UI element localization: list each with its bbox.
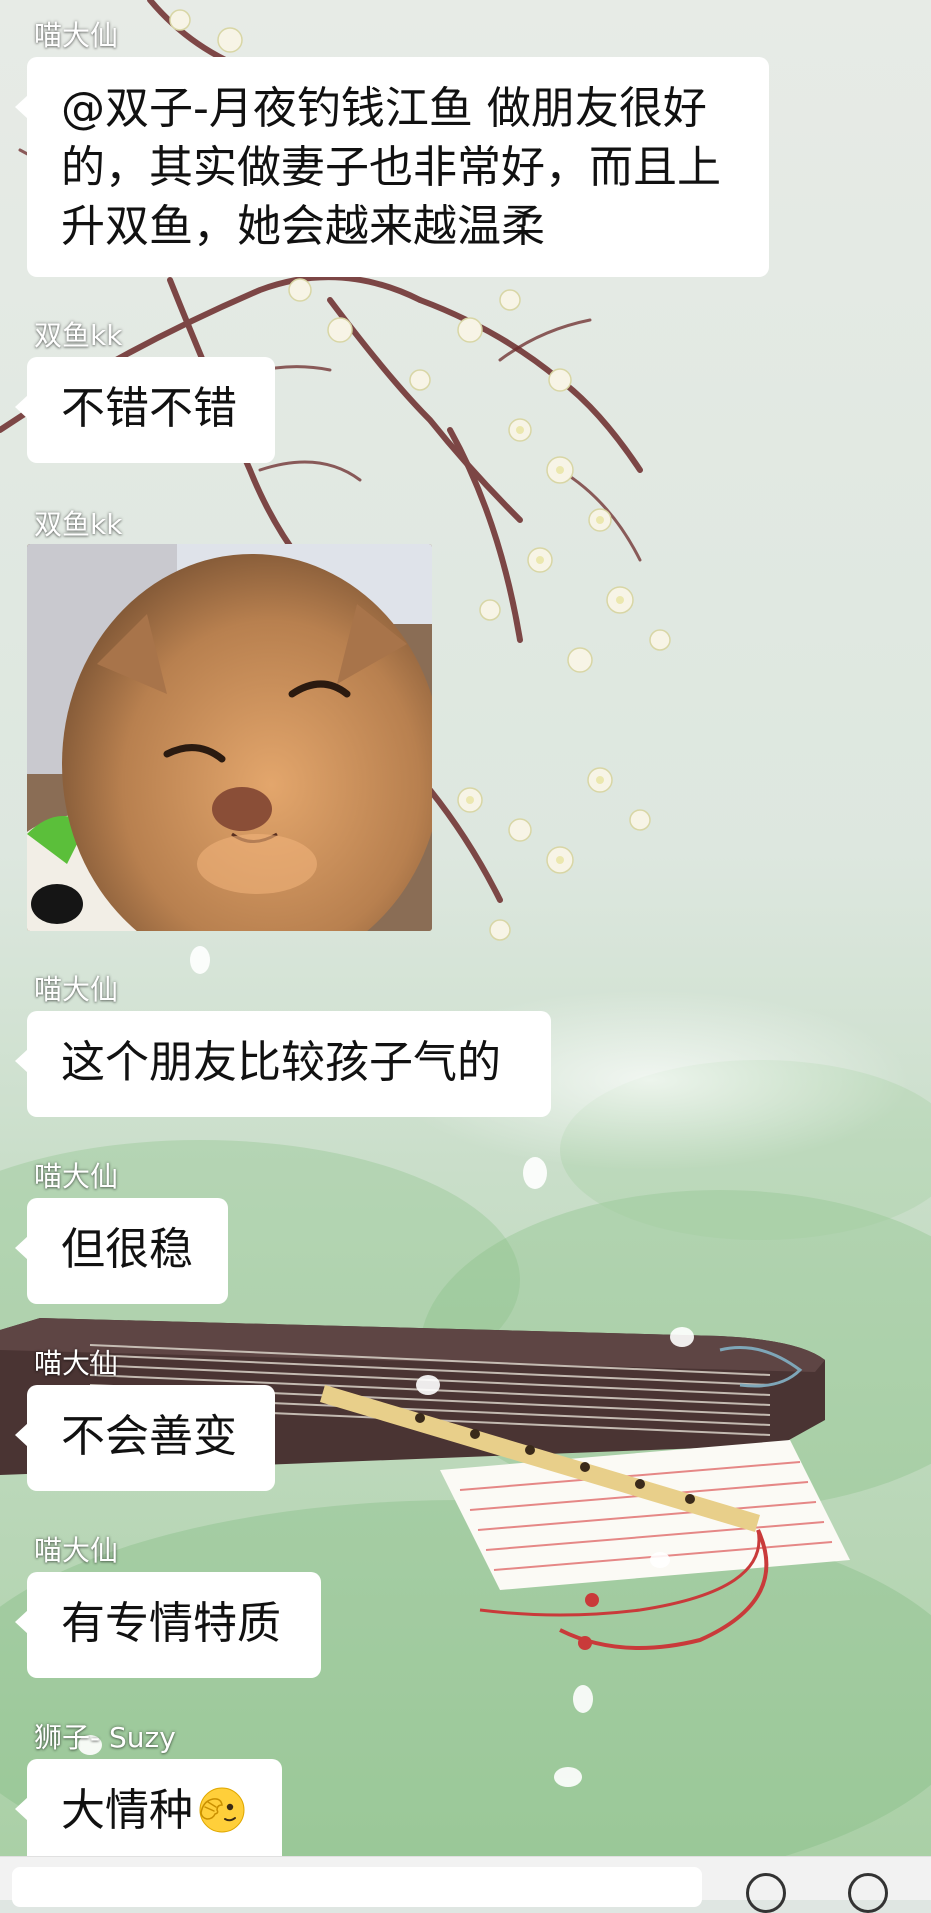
message-text: 大情种 — [61, 1785, 193, 1836]
message-text: 但很稳 — [61, 1224, 193, 1275]
emoji-icon[interactable] — [848, 1873, 888, 1913]
sender-name: 喵大仙 — [34, 1160, 119, 1193]
sender-name: 双鱼kk — [34, 319, 123, 352]
face-with-hand-over-eye-emoji — [195, 1783, 247, 1835]
message-text-line: 升双鱼，她会越来越温柔 — [61, 201, 545, 252]
message-bubble[interactable]: 这个朋友比较孩子气的 — [15, 1011, 551, 1117]
message-input[interactable] — [12, 1867, 702, 1907]
sender-name: 喵大仙 — [34, 973, 119, 1006]
message-text: 不会善变 — [61, 1411, 237, 1462]
chat-message-list[interactable]: 喵大仙 @双子-月夜钓钱江鱼 做朋友很好 的，其实做妻子也非常好，而且上 升双鱼… — [0, 0, 931, 1899]
sender-name: 双鱼kk — [34, 508, 123, 541]
voice-icon[interactable] — [746, 1873, 786, 1913]
sender-name: 狮子- Suzy — [34, 1721, 176, 1754]
sender-name: 喵大仙 — [34, 1534, 119, 1567]
message-bubble[interactable]: @双子-月夜钓钱江鱼 做朋友很好 的，其实做妻子也非常好，而且上 升双鱼，她会越… — [15, 57, 769, 277]
message-text-line: @双子-月夜钓钱江鱼 做朋友很好 — [61, 83, 707, 134]
chat-input-bar — [0, 1856, 931, 1913]
message-bubble[interactable]: 大情种 — [15, 1759, 282, 1856]
message-text: 有专情特质 — [61, 1598, 281, 1649]
cat-photo[interactable] — [27, 544, 432, 931]
message-bubble[interactable]: 但很稳 — [15, 1198, 228, 1304]
sender-name: 喵大仙 — [34, 1347, 119, 1380]
message-text-line: 的，其实做妻子也非常好，而且上 — [61, 142, 721, 193]
message-bubble[interactable]: 不会善变 — [15, 1385, 275, 1491]
message-text: 不错不错 — [61, 383, 237, 434]
message-bubble[interactable]: 有专情特质 — [15, 1572, 321, 1678]
sender-name: 喵大仙 — [34, 19, 119, 52]
message-bubble[interactable]: 不错不错 — [15, 357, 275, 463]
message-text: 这个朋友比较孩子气的 — [61, 1037, 501, 1088]
